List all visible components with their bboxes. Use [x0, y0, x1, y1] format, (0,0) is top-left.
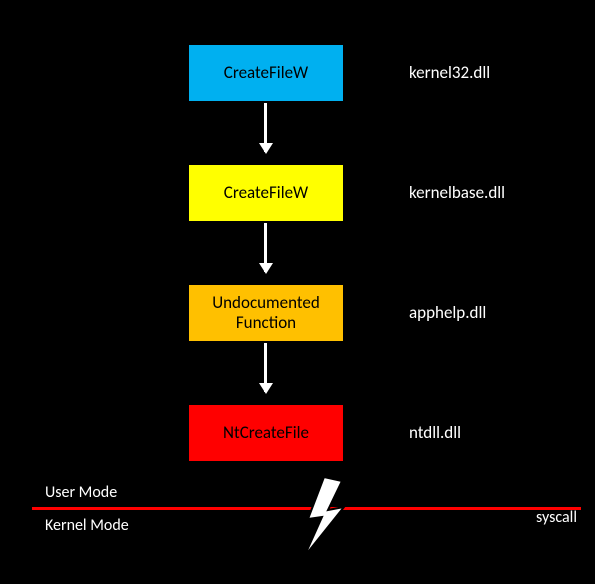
dll-label: apphelp.dll	[409, 302, 486, 323]
arrow-down-icon	[264, 103, 267, 152]
box-kernelbase: CreateFileW	[187, 163, 345, 223]
syscall-label: syscall	[536, 508, 577, 527]
box-label: CreateFileW	[224, 63, 308, 83]
box-ntdll: NtCreateFile	[187, 403, 345, 463]
box-label: CreateFileW	[224, 183, 308, 203]
dll-label: kernelbase.dll	[409, 182, 505, 203]
box-kernel32: CreateFileW	[187, 43, 345, 103]
box-apphelp: Undocumented Function	[187, 283, 345, 343]
box-label: Undocumented Function	[212, 293, 320, 334]
user-mode-label: User Mode	[45, 483, 117, 502]
arrow-down-icon	[264, 223, 267, 272]
kernel-mode-label: Kernel Mode	[45, 516, 129, 535]
box-label: NtCreateFile	[223, 423, 309, 443]
arrow-down-icon	[264, 343, 267, 392]
dll-label: kernel32.dll	[409, 62, 490, 83]
lightning-bolt-icon	[300, 477, 352, 557]
dll-label: ntdll.dll	[409, 422, 461, 443]
